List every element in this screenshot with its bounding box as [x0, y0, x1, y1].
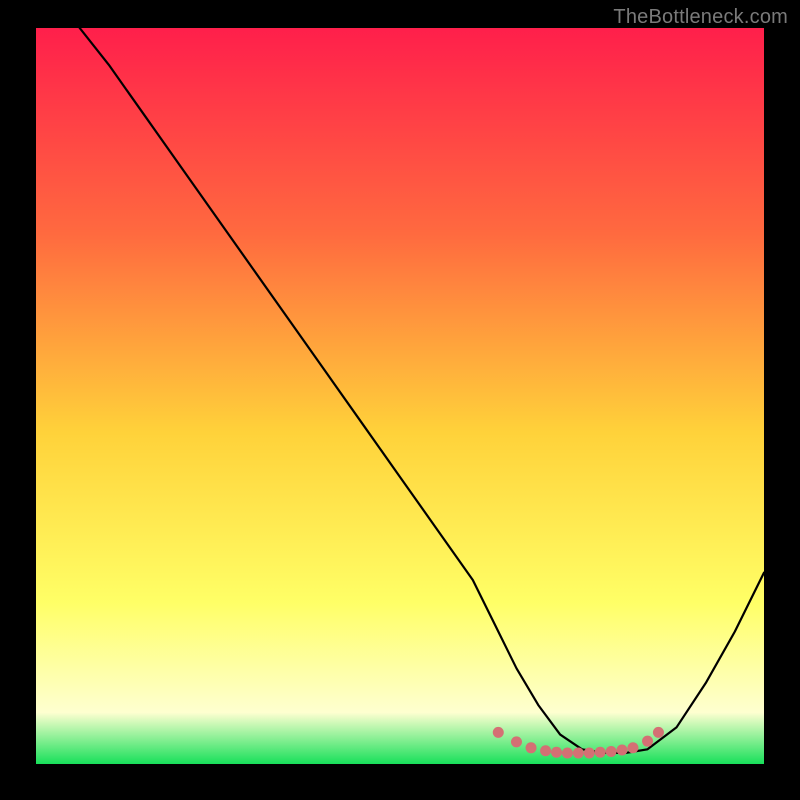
optimal-dot	[526, 742, 537, 753]
optimal-dot	[540, 745, 551, 756]
chart-container: TheBottleneck.com	[0, 0, 800, 800]
plot-area	[36, 28, 764, 764]
optimal-dot	[562, 747, 573, 758]
gradient-background	[36, 28, 764, 764]
optimal-dot	[653, 727, 664, 738]
optimal-dot	[595, 747, 606, 758]
optimal-dot	[627, 742, 638, 753]
watermark-text: TheBottleneck.com	[613, 6, 788, 29]
optimal-dot	[617, 745, 628, 756]
optimal-dot	[573, 747, 584, 758]
optimal-dot	[493, 727, 504, 738]
optimal-dot	[606, 746, 617, 757]
optimal-dot	[642, 736, 653, 747]
chart-svg	[36, 28, 764, 764]
optimal-dot	[511, 736, 522, 747]
optimal-dot	[551, 747, 562, 758]
optimal-dot	[584, 747, 595, 758]
